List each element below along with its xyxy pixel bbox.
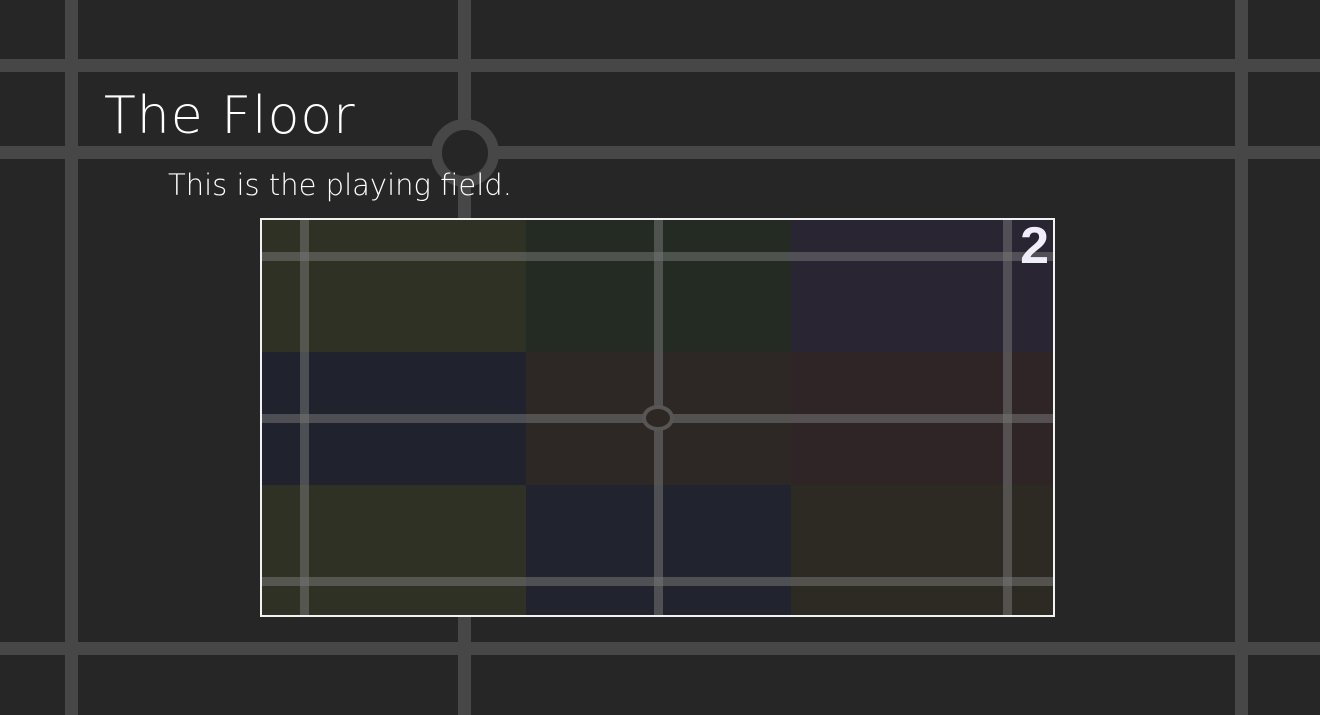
field-line-horizontal (262, 577, 1053, 586)
field-line-horizontal (262, 252, 1053, 261)
round-counter: 2 (1020, 218, 1049, 275)
tile-brown-2[interactable] (791, 485, 1053, 615)
tile-purple[interactable] (791, 220, 1053, 352)
grid-line-horizontal (0, 642, 1320, 655)
field-center-ring (642, 405, 674, 431)
playing-field[interactable]: 2 (260, 218, 1055, 617)
game-stage: The Floor This is the playing field. 2 (0, 0, 1320, 715)
grid-line-horizontal (0, 146, 1320, 159)
grid-line-vertical (1235, 0, 1248, 715)
grid-line-horizontal (0, 59, 1320, 72)
grid-line-vertical (65, 0, 78, 715)
page-subtitle: This is the playing field. (168, 168, 512, 202)
page-title: The Floor (104, 86, 356, 146)
